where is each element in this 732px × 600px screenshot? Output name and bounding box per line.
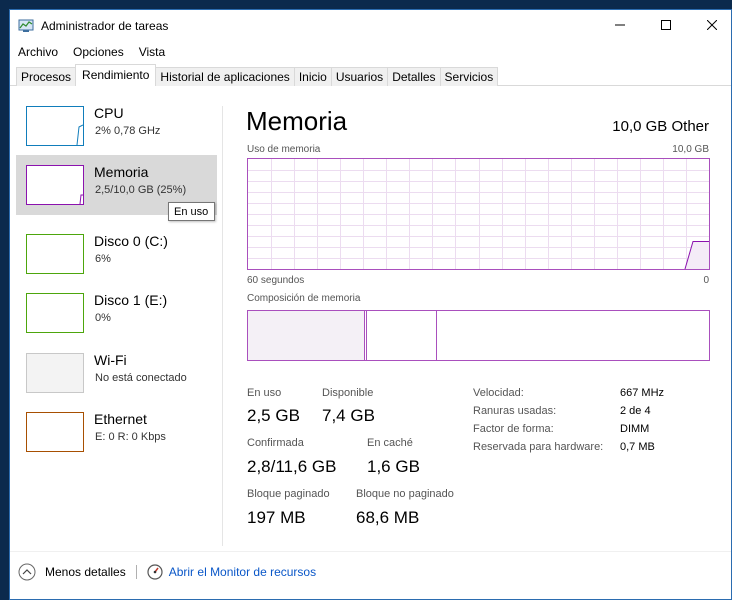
footer: Menos detalles Abrir el Monitor de recur…	[18, 562, 316, 582]
stat-in-use-label: En uso	[247, 387, 282, 399]
tooltip-en-uso: En uso	[168, 202, 215, 221]
composition-label: Composición de memoria	[247, 293, 361, 304]
footer-divider	[10, 551, 731, 552]
graph-label: Uso de memoria	[247, 144, 321, 155]
maximize-icon	[661, 20, 671, 30]
disk0-thumbnail-graph	[26, 234, 84, 274]
stat-nonpaged-label: Bloque no paginado	[356, 488, 454, 500]
graph-max-label: 10,0 GB	[672, 144, 709, 155]
stat-available-label: Disponible	[322, 387, 374, 399]
disk1-thumbnail-graph	[26, 293, 84, 333]
sidebar-item-ethernet[interactable]: Ethernet E: 0 R: 0 Kbps	[16, 402, 217, 462]
sidebar-item-name: Memoria	[94, 164, 149, 180]
tab-inicio[interactable]: Inicio	[293, 67, 332, 86]
fewer-details-button[interactable]: Menos detalles	[18, 563, 126, 581]
prop-form-factor-value: DIMM	[620, 423, 650, 435]
task-manager-icon	[18, 19, 34, 32]
stat-available-value: 7,4 GB	[322, 406, 375, 425]
memory-total: 10,0 GB Other	[612, 118, 709, 135]
tab-detalles[interactable]: Detalles	[387, 67, 441, 86]
memory-thumbnail-graph	[26, 165, 84, 205]
cpu-thumbnail-graph	[26, 106, 84, 146]
tab-servicios[interactable]: Servicios	[439, 67, 499, 86]
prop-slots-value: 2 de 4	[620, 405, 651, 417]
sidebar-item-wifi[interactable]: Wi-Fi No está conectado	[16, 343, 217, 403]
close-button[interactable]	[689, 10, 731, 40]
tab-rendimiento[interactable]: Rendimiento	[75, 64, 157, 86]
resource-monitor-label: Abrir el Monitor de recursos	[168, 565, 317, 579]
task-manager-window: Administrador de tareas Archivo Opciones…	[9, 9, 732, 600]
maximize-button[interactable]	[643, 10, 689, 40]
stat-committed-value: 2,8/11,6 GB	[247, 457, 337, 476]
minimize-icon	[615, 24, 625, 26]
ethernet-thumbnail-graph	[26, 412, 84, 452]
composition-in-use[interactable]	[248, 311, 365, 360]
tab-procesos[interactable]: Procesos	[16, 67, 77, 86]
sidebar-item-name: Ethernet	[94, 411, 147, 427]
resource-monitor-icon	[147, 564, 163, 580]
tab-historial[interactable]: Historial de aplicaciones	[155, 67, 295, 86]
page-title: Memoria	[246, 106, 348, 136]
menu-vista[interactable]: Vista	[131, 42, 172, 62]
prop-slots-label: Ranuras usadas:	[473, 405, 557, 417]
wifi-thumbnail-graph	[26, 353, 84, 393]
memory-composition-bar	[247, 310, 710, 361]
close-icon	[707, 20, 717, 30]
prop-speed-value: 667 MHz	[620, 387, 665, 399]
menu-archivo[interactable]: Archivo	[10, 42, 65, 62]
sidebar-item-sub: 2% 0,78 GHz	[95, 125, 161, 137]
sidebar-divider	[222, 106, 223, 546]
stat-in-use-value: 2,5 GB	[247, 406, 300, 425]
graph-min-label: 0	[703, 275, 709, 286]
stat-nonpaged-value: 68,6 MB	[356, 508, 420, 527]
prop-hw-reserved-value: 0,7 MB	[620, 441, 655, 453]
sidebar-item-sub: 6%	[95, 253, 111, 265]
stat-paged-label: Bloque paginado	[247, 488, 330, 500]
prop-hw-reserved-label: Reservada para hardware:	[473, 441, 604, 453]
resource-monitor-link[interactable]: Abrir el Monitor de recursos	[147, 564, 316, 580]
graph-grid	[248, 159, 709, 269]
sidebar-item-disco-0[interactable]: Disco 0 (C:) 6%	[16, 224, 217, 284]
title-bar[interactable]: Administrador de tareas	[10, 10, 731, 42]
stat-committed-label: Confirmada	[247, 437, 304, 449]
menu-bar: Archivo Opciones Vista	[10, 42, 731, 62]
minimize-button[interactable]	[597, 10, 643, 40]
chevron-up-icon	[18, 563, 36, 581]
sidebar-item-sub: 2,5/10,0 GB (25%)	[95, 184, 187, 196]
sidebar-item-sub: E: 0 R: 0 Kbps	[95, 431, 166, 443]
sidebar-item-sub: 0%	[95, 312, 111, 324]
prop-speed-label: Velocidad:	[473, 387, 524, 399]
sidebar-item-disco-1[interactable]: Disco 1 (E:) 0%	[16, 283, 217, 343]
sidebar-item-name: CPU	[94, 105, 124, 121]
memory-usage-plot	[248, 159, 709, 269]
stat-cached-value: 1,6 GB	[367, 457, 420, 476]
footer-separator	[135, 565, 137, 579]
fewer-details-label: Menos detalles	[45, 565, 126, 579]
sidebar-item-name: Wi-Fi	[94, 352, 127, 368]
sidebar-item-name: Disco 0 (C:)	[94, 233, 168, 249]
memory-usage-graph	[247, 158, 710, 270]
window-title: Administrador de tareas	[41, 19, 169, 33]
menu-opciones[interactable]: Opciones	[65, 42, 131, 62]
tab-usuarios[interactable]: Usuarios	[330, 67, 389, 86]
composition-standby[interactable]	[367, 311, 437, 360]
sidebar-item-cpu[interactable]: CPU 2% 0,78 GHz	[16, 96, 217, 156]
composition-free[interactable]	[438, 311, 709, 360]
sidebar-item-name: Disco 1 (E:)	[94, 292, 168, 308]
prop-form-factor-label: Factor de forma:	[473, 423, 554, 435]
graph-time-label: 60 segundos	[247, 275, 305, 286]
stat-paged-value: 197 MB	[247, 508, 306, 527]
stat-cached-label: En caché	[367, 437, 413, 449]
sidebar-item-sub: No está conectado	[95, 372, 187, 384]
tab-strip: Procesos Rendimiento Historial de aplica…	[16, 64, 499, 86]
